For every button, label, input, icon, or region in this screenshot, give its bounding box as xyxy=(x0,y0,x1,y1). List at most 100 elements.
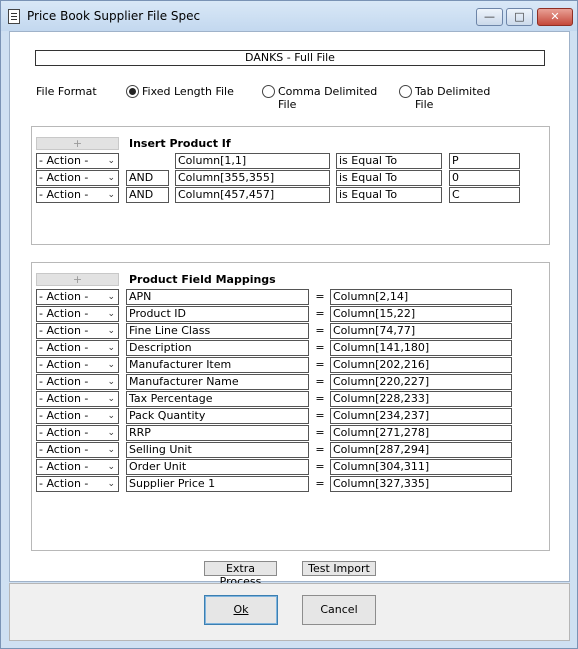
ok-button-label: Ok xyxy=(233,603,249,616)
mapping-action-select[interactable]: - Action - ⌄ xyxy=(36,340,119,356)
insert-product-group: + Insert Product If - Action - ⌄ Column[1… xyxy=(31,126,550,245)
radio-comma-delimited[interactable]: Comma Delimited File xyxy=(262,84,382,111)
mapping-column-field[interactable]: Column[15,22] xyxy=(330,306,512,322)
mapping-action-select[interactable]: - Action - ⌄ xyxy=(36,323,119,339)
mapping-field-name[interactable]: Pack Quantity xyxy=(126,408,309,424)
mapping-field-name[interactable]: Tax Percentage xyxy=(126,391,309,407)
mapping-field-name[interactable]: Selling Unit xyxy=(126,442,309,458)
mapping-field-name[interactable]: RRP xyxy=(126,425,309,441)
radio-fixed-length[interactable]: Fixed Length File xyxy=(126,84,236,100)
insert-join-field-3[interactable]: AND xyxy=(126,187,169,203)
mapping-action-select-value: - Action - xyxy=(39,443,89,456)
mapping-column-field[interactable]: Column[74,77] xyxy=(330,323,512,339)
mapping-column-field[interactable]: Column[234,237] xyxy=(330,408,512,424)
insert-operator-field-2[interactable]: is Equal To xyxy=(336,170,442,186)
mapping-action-select[interactable]: - Action - ⌄ xyxy=(36,391,119,407)
mapping-action-select[interactable]: - Action - ⌄ xyxy=(36,442,119,458)
mapping-field-name[interactable]: Description xyxy=(126,340,309,356)
mapping-field-name[interactable]: Manufacturer Item xyxy=(126,357,309,373)
chevron-down-icon: ⌄ xyxy=(107,411,115,421)
maximize-button[interactable]: □ xyxy=(506,8,533,26)
insert-action-select-2[interactable]: - Action - ⌄ xyxy=(36,170,119,186)
mapping-column-field[interactable]: Column[220,227] xyxy=(330,374,512,390)
mapping-action-select-value: - Action - xyxy=(39,426,89,439)
mapping-field-name[interactable]: Order Unit xyxy=(126,459,309,475)
chevron-down-icon: ⌄ xyxy=(107,292,115,302)
mapping-action-select[interactable]: - Action - ⌄ xyxy=(36,374,119,390)
insert-operator-field-1[interactable]: is Equal To xyxy=(336,153,442,169)
test-import-button[interactable]: Test Import xyxy=(302,561,376,576)
equals-sign: = xyxy=(315,324,325,337)
field-mappings-group: + Product Field Mappings - Action - ⌄ APN =… xyxy=(31,262,550,551)
insert-action-select-3[interactable]: - Action - ⌄ xyxy=(36,187,119,203)
mapping-column-field[interactable]: Column[141,180] xyxy=(330,340,512,356)
mapping-field-name[interactable]: Manufacturer Name xyxy=(126,374,309,390)
minimize-button[interactable]: — xyxy=(476,8,503,26)
equals-sign: = xyxy=(315,443,325,456)
radio-fixed-length-indicator[interactable] xyxy=(126,85,139,98)
mapping-action-select-value: - Action - xyxy=(39,409,89,422)
insert-column-field-3[interactable]: Column[457,457] xyxy=(175,187,330,203)
equals-sign: = xyxy=(315,460,325,473)
mapping-action-select[interactable]: - Action - ⌄ xyxy=(36,425,119,441)
mapping-action-select[interactable]: - Action - ⌄ xyxy=(36,357,119,373)
ok-button[interactable]: Ok xyxy=(204,595,278,625)
title-bar[interactable]: Price Book Supplier File Spec — □ ✕ xyxy=(1,1,577,31)
mapping-column-field[interactable]: Column[304,311] xyxy=(330,459,512,475)
mapping-field-name[interactable]: Fine Line Class xyxy=(126,323,309,339)
equals-sign: = xyxy=(315,426,325,439)
mapping-column-field[interactable]: Column[327,335] xyxy=(330,476,512,492)
chevron-down-icon: ⌄ xyxy=(107,479,115,489)
mapping-action-select[interactable]: - Action - ⌄ xyxy=(36,306,119,322)
insert-column-field-2[interactable]: Column[355,355] xyxy=(175,170,330,186)
equals-sign: = xyxy=(315,477,325,490)
insert-action-select-1[interactable]: - Action - ⌄ xyxy=(36,153,119,169)
mapping-action-select[interactable]: - Action - ⌄ xyxy=(36,289,119,305)
mapping-action-select[interactable]: - Action - ⌄ xyxy=(36,408,119,424)
mapping-column-field[interactable]: Column[271,278] xyxy=(330,425,512,441)
insert-value-field-3[interactable]: C xyxy=(449,187,520,203)
mapping-action-select-value: - Action - xyxy=(39,341,89,354)
insert-value-field-1[interactable]: P xyxy=(449,153,520,169)
mapping-column-field[interactable]: Column[287,294] xyxy=(330,442,512,458)
cancel-button[interactable]: Cancel xyxy=(302,595,376,625)
mapping-action-select-value: - Action - xyxy=(39,290,89,303)
mapping-action-select[interactable]: - Action - ⌄ xyxy=(36,459,119,475)
mapping-action-select-value: - Action - xyxy=(39,375,89,388)
insert-action-select-1-value: - Action - xyxy=(39,154,89,167)
mapping-column-field[interactable]: Column[202,216] xyxy=(330,357,512,373)
chevron-down-icon: ⌄ xyxy=(107,394,115,404)
radio-tab-delimited[interactable]: Tab Delimited File xyxy=(399,84,509,111)
chevron-down-icon: ⌄ xyxy=(107,377,115,387)
equals-sign: = xyxy=(315,392,325,405)
mapping-field-name[interactable]: APN xyxy=(126,289,309,305)
insert-add-button[interactable]: + xyxy=(36,137,119,150)
radio-tab-delimited-indicator[interactable] xyxy=(399,85,412,98)
chevron-down-icon: ⌄ xyxy=(107,326,115,336)
mapping-column-field[interactable]: Column[228,233] xyxy=(330,391,512,407)
mapping-field-name[interactable]: Supplier Price 1 xyxy=(126,476,309,492)
mapping-column-field[interactable]: Column[2,14] xyxy=(330,289,512,305)
mapping-action-select-value: - Action - xyxy=(39,324,89,337)
chevron-down-icon: ⌄ xyxy=(107,190,115,200)
mapping-action-select-value: - Action - xyxy=(39,460,89,473)
chevron-down-icon: ⌄ xyxy=(107,343,115,353)
chevron-down-icon: ⌄ xyxy=(107,445,115,455)
insert-column-field-1[interactable]: Column[1,1] xyxy=(175,153,330,169)
insert-action-select-2-value: - Action - xyxy=(39,171,89,184)
extra-process-button[interactable]: Extra Process xyxy=(204,561,277,588)
insert-operator-field-3[interactable]: is Equal To xyxy=(336,187,442,203)
mapping-field-name[interactable]: Product ID xyxy=(126,306,309,322)
radio-comma-delimited-indicator[interactable] xyxy=(262,85,275,98)
mapping-action-select-value: - Action - xyxy=(39,307,89,320)
mapping-action-select[interactable]: - Action - ⌄ xyxy=(36,476,119,492)
mapping-action-select-value: - Action - xyxy=(39,392,89,405)
insert-value-field-2[interactable]: 0 xyxy=(449,170,520,186)
mapping-add-button[interactable]: + xyxy=(36,273,119,286)
insert-section-title: Insert Product If xyxy=(129,137,231,150)
radio-comma-delimited-label: Comma Delimited File xyxy=(278,85,378,111)
mapping-action-select-value: - Action - xyxy=(39,358,89,371)
close-button[interactable]: ✕ xyxy=(537,8,573,26)
insert-join-field-2[interactable]: AND xyxy=(126,170,169,186)
chevron-down-icon: ⌄ xyxy=(107,360,115,370)
